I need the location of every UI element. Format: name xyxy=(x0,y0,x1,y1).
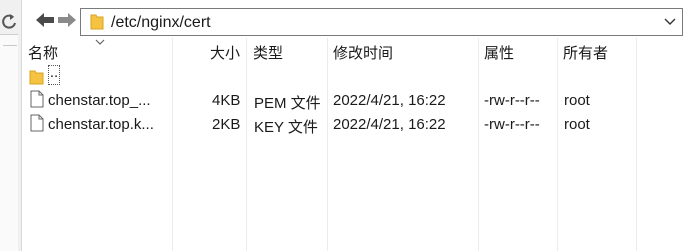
refresh-icon xyxy=(2,14,16,29)
navigation-toolbar: /etc/nginx/cert xyxy=(22,0,688,38)
folder-icon xyxy=(29,70,44,85)
sort-arrow-icon xyxy=(95,39,105,45)
back-button[interactable] xyxy=(34,9,56,31)
left-pane-tab xyxy=(0,34,18,251)
column-size[interactable]: 大小 xyxy=(210,42,240,63)
chevron-down-icon[interactable] xyxy=(664,16,676,26)
table-row[interactable]: chenstar.top.k... 2KB KEY 文件 2022/4/21, … xyxy=(22,113,688,137)
file-modified: 2022/4/21, 16:22 xyxy=(333,116,446,133)
file-owner: root xyxy=(564,92,590,109)
path-input[interactable]: /etc/nginx/cert xyxy=(80,8,683,36)
column-attributes[interactable]: 属性 xyxy=(484,42,514,63)
file-size: 4KB xyxy=(212,92,241,109)
file-type: PEM 文件 xyxy=(254,95,321,112)
refresh-button[interactable] xyxy=(0,10,18,34)
file-name: chenstar.top_... xyxy=(48,92,151,109)
file-icon xyxy=(30,90,44,108)
column-type[interactable]: 类型 xyxy=(253,42,283,63)
arrow-left-icon xyxy=(36,13,54,27)
file-modified: 2022/4/21, 16:22 xyxy=(333,92,446,109)
folder-icon xyxy=(90,14,104,30)
file-name: chenstar.top.k... xyxy=(48,116,154,133)
path-text: /etc/nginx/cert xyxy=(111,14,211,31)
arrow-right-icon xyxy=(58,13,76,27)
file-icon xyxy=(30,114,44,132)
column-owner[interactable]: 所有者 xyxy=(563,42,608,63)
parent-directory-row[interactable]: .. xyxy=(22,65,688,90)
file-attributes: -rw-r--r-- xyxy=(484,92,540,109)
file-size: 2KB xyxy=(212,116,241,133)
parent-directory-label: .. xyxy=(48,65,60,85)
column-modified[interactable]: 修改时间 xyxy=(333,42,393,63)
file-list-header: 名称 大小 类型 修改时间 属性 所有者 xyxy=(22,38,688,64)
file-type: KEY 文件 xyxy=(254,119,318,136)
column-name[interactable]: 名称 xyxy=(28,42,58,63)
table-row[interactable]: chenstar.top_... 4KB PEM 文件 2022/4/21, 1… xyxy=(22,89,688,113)
file-owner: root xyxy=(564,116,590,133)
file-attributes: -rw-r--r-- xyxy=(484,116,540,133)
forward-button[interactable] xyxy=(56,9,78,31)
left-pane-strip xyxy=(0,0,22,251)
